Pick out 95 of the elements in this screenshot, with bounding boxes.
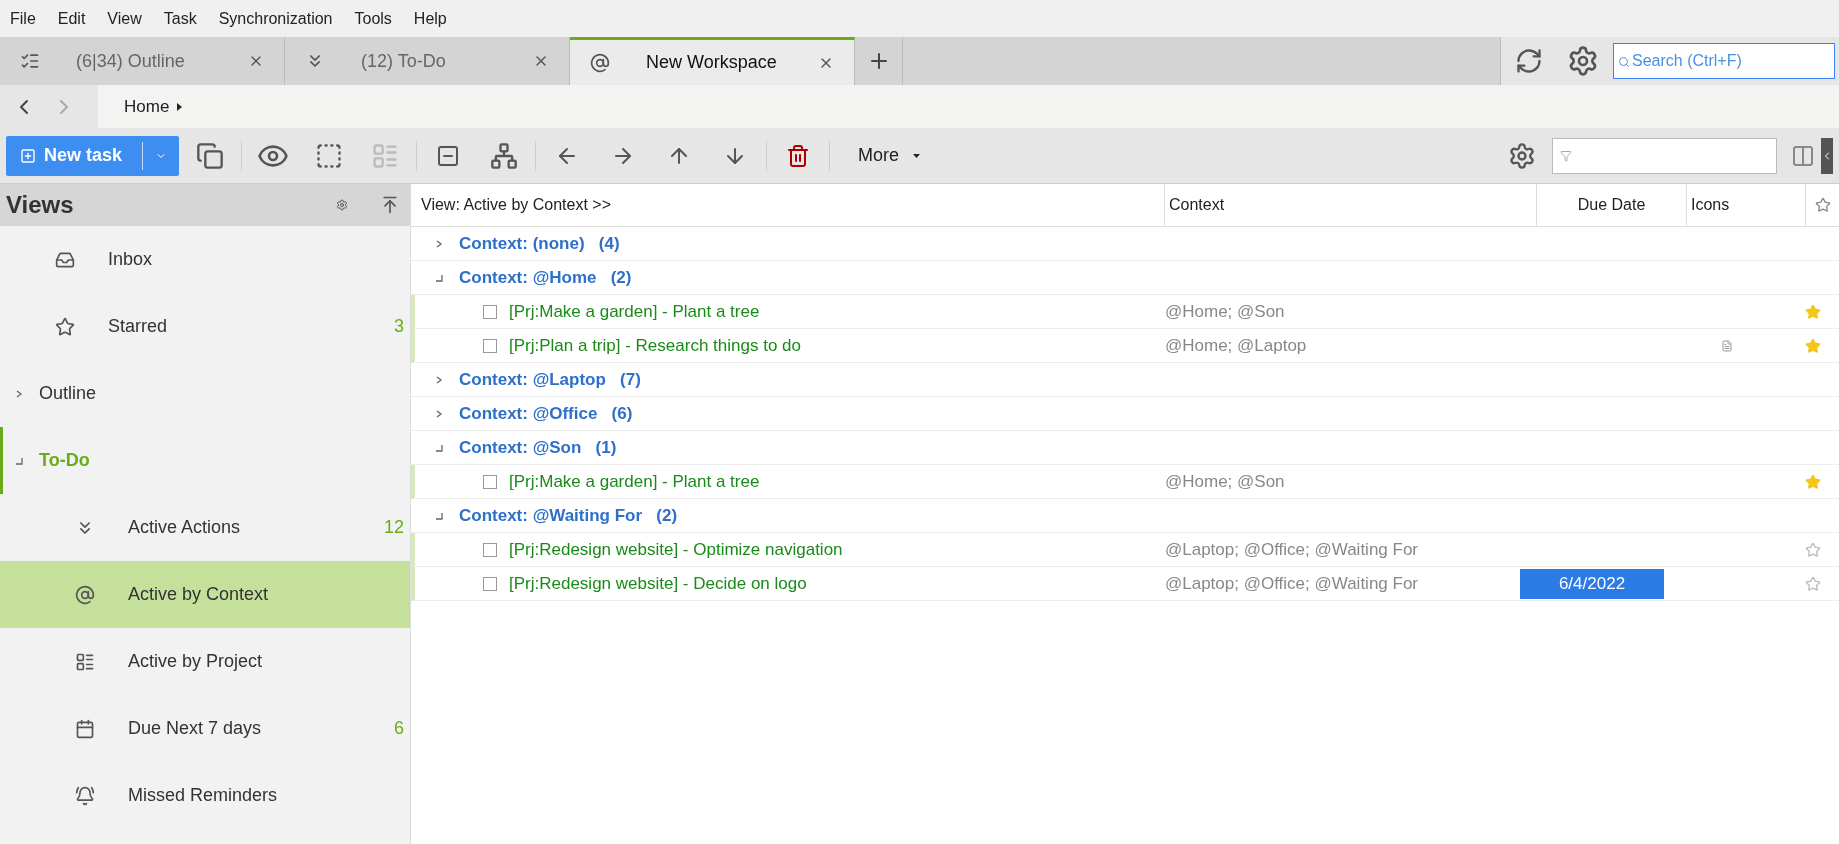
group-label: Context: (none) (4) <box>459 232 620 255</box>
menu-item[interactable]: Synchronization <box>218 6 333 31</box>
star-icon <box>55 316 75 337</box>
context-cell-text: @Laptop; @Office; @Waiting For <box>1164 538 1420 561</box>
checkbox[interactable] <box>483 338 497 353</box>
search-icon <box>1618 56 1630 68</box>
sidebar-item[interactable]: Missed Reminders <box>0 762 410 829</box>
task-title[interactable]: [Prj:Redesign website] - Optimize navigation <box>509 536 1155 563</box>
count: 6 <box>394 717 404 740</box>
settings-icon[interactable] <box>1567 45 1599 77</box>
menu-item[interactable]: Tools <box>354 6 392 31</box>
task-row[interactable]: [Prj:Make a garden] - Plant a tree @Home; @Son <box>411 295 1839 329</box>
sync-icon[interactable] <box>1515 47 1543 75</box>
star-icon[interactable] <box>1804 575 1821 592</box>
task-title[interactable]: [Prj:Make a garden] - Plant a tree <box>509 468 1155 495</box>
tab[interactable]: New Workspace <box>570 37 855 85</box>
note-icon <box>1720 339 1733 352</box>
filter-icon <box>1560 149 1572 162</box>
group-label: Context: @Waiting For (2) <box>459 504 678 527</box>
sidebar-item[interactable]: Active Actions 12 <box>0 494 410 561</box>
breadcrumb-item[interactable]: Home <box>124 93 170 120</box>
sidebar-item[interactable]: Starred 3 <box>0 293 410 360</box>
star-icon[interactable] <box>1814 197 1831 213</box>
folder-label: Outline <box>39 382 97 405</box>
count: 12 <box>383 516 404 539</box>
group-label: Context: @Home (2) <box>459 266 632 289</box>
star-icon[interactable] <box>1804 473 1821 490</box>
list-layout-icon <box>75 651 95 672</box>
checkbox[interactable] <box>483 576 497 591</box>
count: 3 <box>394 315 404 338</box>
new-tab-button[interactable] <box>855 37 903 85</box>
menu-item[interactable]: Task <box>163 6 197 31</box>
task-row[interactable]: [Prj:Make a garden] - Plant a tree @Home; @Son <box>411 465 1839 499</box>
group-label: Context: @Laptop (7) <box>459 368 641 391</box>
checklist-icon <box>20 51 40 71</box>
calendar-icon <box>75 718 95 739</box>
tab[interactable]: (12) To-Do <box>285 37 570 85</box>
filter-field[interactable] <box>1552 137 1777 174</box>
menu-item[interactable]: Help <box>413 6 447 31</box>
more-button[interactable]: More <box>858 142 899 169</box>
settings-icon[interactable] <box>336 199 348 211</box>
sidebar-label: Missed Reminders <box>128 784 279 807</box>
search-field[interactable]: Search (Ctrl+F) <box>1613 43 1835 79</box>
bell-icon <box>75 785 95 806</box>
column-header[interactable]: View: Active by Context >> <box>411 184 1165 226</box>
menu-item[interactable]: Edit <box>57 6 86 31</box>
task-row[interactable]: [Prj:Plan a trip] - Research things to do @Home; @Laptop <box>411 329 1839 363</box>
task-title[interactable]: [Prj:Redesign website] - Decide on logo <box>509 570 1155 597</box>
group-label: Context: @Office (6) <box>459 402 633 425</box>
tab-label: (12) To-Do <box>361 49 447 73</box>
column-header[interactable]: Context <box>1165 184 1537 226</box>
folder-label: To-Do <box>39 449 90 472</box>
star-icon[interactable] <box>1804 303 1821 320</box>
group-label: Context: @Son (1) <box>459 436 617 459</box>
tab-label: New Workspace <box>646 51 778 74</box>
menu-item[interactable]: File <box>10 6 36 31</box>
checkbox[interactable] <box>483 474 497 489</box>
sidebar-folder[interactable]: Outline <box>0 360 410 427</box>
sidebar-label: Active Actions <box>128 516 242 539</box>
caret-down-icon[interactable] <box>913 153 920 158</box>
checkbox[interactable] <box>483 542 497 557</box>
context-cell-text: @Home; @Son <box>1164 470 1286 493</box>
star-icon[interactable] <box>1804 541 1821 558</box>
tab-label: (6|34) Outline <box>76 49 186 73</box>
plus-square-icon <box>20 147 36 164</box>
sidebar-item[interactable]: Inbox <box>0 226 410 293</box>
context-cell-text: @Laptop; @Office; @Waiting For <box>1164 572 1420 595</box>
sidebar-label: Starred <box>108 315 169 338</box>
menu-item[interactable]: View <box>107 6 142 31</box>
task-title[interactable]: [Prj:Make a garden] - Plant a tree <box>509 298 1155 325</box>
filter-settings-icon[interactable] <box>1508 141 1536 170</box>
column-header[interactable]: Due Date <box>1537 184 1687 226</box>
sidebar-label: Inbox <box>108 248 154 271</box>
checkbox[interactable] <box>483 304 497 319</box>
sidebar-item[interactable]: Due Next 7 days 6 <box>0 695 410 762</box>
at-sign-icon <box>75 584 95 605</box>
collapse-panel-button[interactable] <box>1821 137 1833 174</box>
sidebar-label: Active by Context <box>128 583 270 606</box>
new-task-label: New task <box>44 144 124 167</box>
star-icon[interactable] <box>1804 337 1821 354</box>
context-cell-text: @Home; @Laptop <box>1164 334 1308 357</box>
task-row[interactable]: [Prj:Redesign website] - Decide on logo @Laptop; @Office; @Waiting For 6/4/2022 <box>411 567 1839 601</box>
views-title: Views <box>6 190 75 220</box>
sidebar-item[interactable]: Active by Context <box>0 561 410 628</box>
at-sign-icon <box>590 52 610 73</box>
context-cell-text: @Home; @Son <box>1164 300 1286 323</box>
caret-right-icon[interactable] <box>177 102 183 111</box>
task-title[interactable]: [Prj:Plan a trip] - Research things to do <box>509 332 1155 359</box>
due-date[interactable]: 6/4/2022 <box>1520 568 1664 599</box>
sidebar-label: Due Next 7 days <box>128 717 263 740</box>
column-header[interactable]: Icons <box>1687 184 1806 226</box>
tab[interactable]: (6|34) Outline <box>0 37 285 85</box>
sidebar-item[interactable]: Active by Project <box>0 628 410 695</box>
sidebar-label: Active by Project <box>128 650 264 673</box>
columns-icon[interactable] <box>1791 143 1815 168</box>
